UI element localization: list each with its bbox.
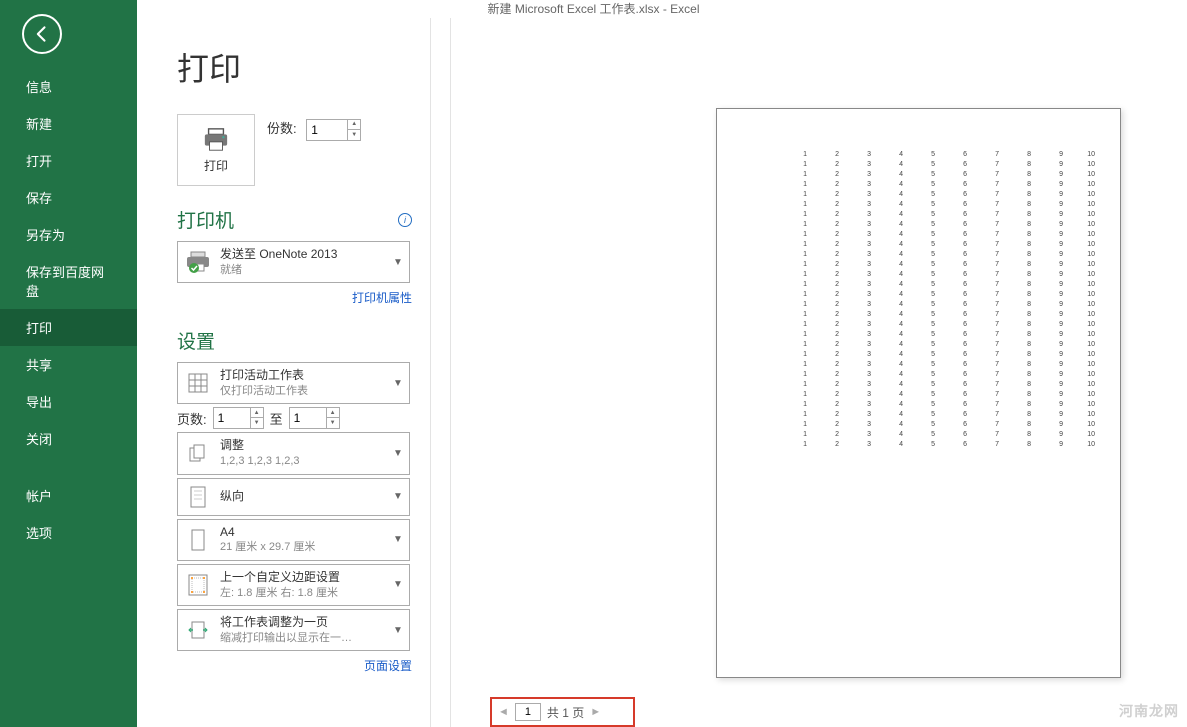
margin-title: 上一个自定义边距设置 [220, 569, 385, 586]
collate-sub: 1,2,3 1,2,3 1,2,3 [220, 454, 385, 469]
pages-from-spinner[interactable]: ▲▼ [213, 407, 264, 429]
copies-down[interactable]: ▼ [348, 130, 360, 140]
pages-to-up[interactable]: ▲ [327, 408, 339, 418]
copies-spinner[interactable]: ▲▼ [306, 119, 361, 141]
arrow-left-icon [32, 24, 52, 44]
printer-device-icon [184, 248, 212, 276]
chevron-down-icon: ▼ [393, 257, 403, 268]
nav-item-0[interactable]: 信息 [0, 68, 137, 105]
printer-select[interactable]: 发送至 OneNote 2013 就绪 ▼ [177, 241, 410, 283]
print-what-select[interactable]: 打印活动工作表仅打印活动工作表 ▼ [177, 362, 410, 404]
orientation-select[interactable]: 纵向 ▼ [177, 478, 410, 516]
pages-to-input[interactable] [290, 408, 326, 428]
margins-select[interactable]: 上一个自定义边距设置左: 1.8 厘米 右: 1.8 厘米 ▼ [177, 564, 410, 606]
print-button-label: 打印 [204, 157, 228, 174]
paper-select[interactable]: A421 厘米 x 29.7 厘米 ▼ [177, 519, 410, 561]
divider [430, 18, 431, 727]
nav-item-4[interactable]: 另存为 [0, 216, 137, 253]
back-button[interactable] [22, 14, 62, 54]
scaling-select[interactable]: 将工作表调整为一页缩减打印输出以显示在一… ▼ [177, 609, 410, 651]
chevron-down-icon: ▼ [393, 491, 403, 502]
backstage-sidebar: 信息新建打开保存另存为保存到百度网盘打印共享导出关闭 帐户选项 [0, 0, 137, 727]
print-what-sub: 仅打印活动工作表 [220, 384, 385, 399]
page-navigator: ◄ 共 1 页 ► [490, 697, 635, 727]
chevron-down-icon: ▼ [393, 378, 403, 389]
collate-title: 调整 [220, 437, 385, 454]
orientation: 纵向 [220, 488, 385, 505]
nav-item-7[interactable]: 共享 [0, 346, 137, 383]
info-icon[interactable]: i [398, 213, 412, 227]
print-preview: 1234567891012345678910123456789101234567… [716, 108, 1121, 678]
pages-to-label: 至 [270, 409, 283, 428]
total-pages-label: 共 1 页 [547, 704, 584, 721]
next-page-button[interactable]: ► [590, 706, 601, 718]
margins-icon [184, 571, 212, 599]
printer-name: 发送至 OneNote 2013 [220, 246, 385, 263]
pages-from-down[interactable]: ▼ [251, 418, 263, 428]
nav-item-2[interactable]: 打开 [0, 142, 137, 179]
print-button[interactable]: 打印 [177, 114, 255, 186]
copies-input[interactable] [307, 120, 347, 140]
pages-label: 页数: [177, 409, 207, 428]
divider [450, 18, 451, 727]
paper-title: A4 [220, 524, 385, 541]
printer-properties-link[interactable]: 打印机属性 [352, 291, 412, 305]
nav-item-5[interactable]: 保存到百度网盘 [0, 253, 137, 309]
current-page-input[interactable] [515, 703, 541, 721]
pages-to-spinner[interactable]: ▲▼ [289, 407, 340, 429]
printer-icon [201, 127, 231, 153]
window-titlebar: 新建 Microsoft Excel 工作表.xlsx - Excel [0, 0, 1187, 18]
nav-item-3[interactable]: 保存 [0, 179, 137, 216]
printer-section-title: 打印机 i [177, 206, 412, 233]
page-setup-link[interactable]: 页面设置 [364, 659, 412, 673]
pages-from-input[interactable] [214, 408, 250, 428]
collate-select[interactable]: 调整1,2,3 1,2,3 1,2,3 ▼ [177, 432, 410, 474]
nav-item-9[interactable]: 关闭 [0, 420, 137, 457]
paper-sub: 21 厘米 x 29.7 厘米 [220, 540, 385, 555]
print-what-title: 打印活动工作表 [220, 367, 385, 384]
scale-sub: 缩减打印输出以显示在一… [220, 631, 385, 646]
copies-up[interactable]: ▲ [348, 120, 360, 130]
page-title: 打印 [177, 44, 1187, 90]
prev-page-button[interactable]: ◄ [498, 706, 509, 718]
nav-item2-1[interactable]: 选项 [0, 514, 137, 551]
nav-item-6[interactable]: 打印 [0, 309, 137, 346]
chevron-down-icon: ▼ [393, 579, 403, 590]
margin-sub: 左: 1.8 厘米 右: 1.8 厘米 [220, 586, 385, 601]
sheets-icon [184, 369, 212, 397]
portrait-icon [184, 483, 212, 511]
fit-icon [184, 616, 212, 644]
copies-label: 份数: [267, 121, 297, 136]
nav-item-1[interactable]: 新建 [0, 105, 137, 142]
page-icon [184, 526, 212, 554]
chevron-down-icon: ▼ [393, 448, 403, 459]
pages-to-down[interactable]: ▼ [327, 418, 339, 428]
watermark: 河南龙网 [1119, 701, 1179, 721]
printer-status: 就绪 [220, 263, 385, 278]
nav-item-8[interactable]: 导出 [0, 383, 137, 420]
chevron-down-icon: ▼ [393, 534, 403, 545]
collate-icon [184, 439, 212, 467]
scale-title: 将工作表调整为一页 [220, 614, 385, 631]
settings-section-title: 设置 [177, 327, 412, 354]
pages-from-up[interactable]: ▲ [251, 408, 263, 418]
nav-item2-0[interactable]: 帐户 [0, 477, 137, 514]
chevron-down-icon: ▼ [393, 625, 403, 636]
